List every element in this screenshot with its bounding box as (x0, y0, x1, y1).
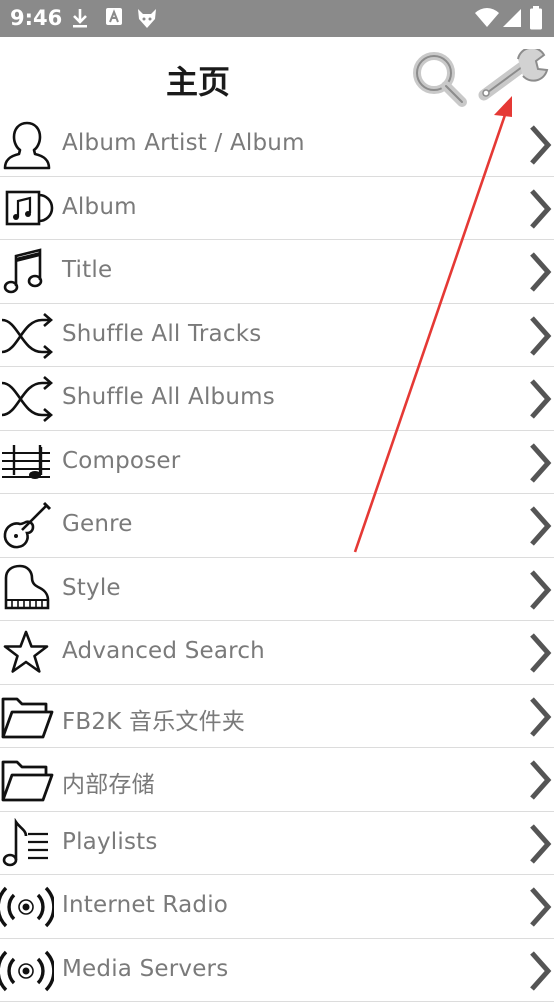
menu-item-media-servers[interactable]: Media Servers (0, 939, 554, 1002)
menu-item-label: Album (62, 194, 137, 220)
chevron-right-icon (528, 252, 554, 292)
radio-icon (0, 945, 54, 997)
menu-item-internal-storage[interactable]: 内部存储 (0, 748, 554, 812)
menu-item-label: Shuffle All Albums (62, 384, 275, 410)
chevron-right-icon (528, 951, 554, 991)
menu-item-label: Media Servers (62, 956, 228, 982)
radio-icon (0, 881, 54, 933)
chevron-right-icon (528, 697, 554, 737)
app-header: 主页 (0, 37, 554, 113)
menu-item-label: Genre (62, 511, 133, 537)
person-icon (0, 119, 54, 171)
settings-button[interactable] (478, 49, 552, 105)
menu-item-advanced-search[interactable]: Advanced Search (0, 621, 554, 685)
menu-item-label: Title (62, 257, 112, 283)
menu-item-label: Advanced Search (62, 638, 265, 664)
chevron-right-icon (528, 443, 554, 483)
chevron-right-icon (528, 125, 554, 165)
signal-icon (502, 8, 522, 28)
menu-item-genre[interactable]: Genre (0, 494, 554, 558)
menu-item-shuffle-all-albums[interactable]: Shuffle All Albums (0, 367, 554, 431)
home-menu-list: Album Artist / Album Album Title Shuffle… (0, 113, 554, 1002)
menu-item-album-artist[interactable]: Album Artist / Album (0, 113, 554, 177)
menu-item-playlists[interactable]: Playlists (0, 812, 554, 876)
menu-item-shuffle-all-tracks[interactable]: Shuffle All Tracks (0, 304, 554, 368)
page-title: 主页 (166, 57, 230, 103)
menu-item-label: Composer (62, 448, 180, 474)
piano-icon (0, 564, 54, 616)
menu-item-composer[interactable]: Composer (0, 431, 554, 495)
shuffle-icon (0, 373, 54, 425)
menu-item-label: 内部存储 (62, 765, 155, 799)
menu-item-album[interactable]: Album (0, 177, 554, 241)
search-icon (408, 49, 470, 109)
menu-item-label: Playlists (62, 829, 158, 855)
shuffle-icon (0, 310, 54, 362)
chevron-right-icon (528, 379, 554, 419)
chevron-right-icon (528, 824, 554, 864)
menu-item-internet-radio[interactable]: Internet Radio (0, 875, 554, 939)
search-button[interactable] (408, 49, 470, 109)
status-time: 9:46 (10, 6, 62, 30)
fox-icon (136, 7, 158, 29)
folder-icon (0, 754, 54, 806)
menu-item-label: Shuffle All Tracks (62, 321, 261, 347)
wrench-icon (478, 49, 552, 105)
chevron-right-icon (528, 189, 554, 229)
menu-item-fb2k-music-folder[interactable]: FB2K 音乐文件夹 (0, 685, 554, 749)
chevron-right-icon (528, 887, 554, 927)
a-badge-icon (105, 7, 123, 27)
music-note-icon (0, 246, 54, 298)
star-icon (0, 627, 54, 679)
chevron-right-icon (528, 633, 554, 673)
violin-icon (0, 500, 54, 552)
download-icon (70, 7, 90, 29)
playlist-icon (0, 818, 54, 870)
folder-icon (0, 691, 54, 743)
menu-item-style[interactable]: Style (0, 558, 554, 622)
status-bar: 9:46 (0, 0, 554, 37)
menu-item-label: Style (62, 575, 121, 601)
chevron-right-icon (528, 570, 554, 610)
menu-item-label: Internet Radio (62, 892, 228, 918)
battery-icon (530, 6, 542, 30)
chevron-right-icon (528, 506, 554, 546)
chevron-right-icon (528, 760, 554, 800)
menu-item-title[interactable]: Title (0, 240, 554, 304)
chevron-right-icon (528, 316, 554, 356)
menu-item-label: Album Artist / Album (62, 130, 305, 156)
staff-icon (0, 437, 54, 489)
album-icon (0, 183, 54, 235)
menu-item-label: FB2K 音乐文件夹 (62, 702, 245, 736)
wifi-icon (475, 8, 499, 28)
